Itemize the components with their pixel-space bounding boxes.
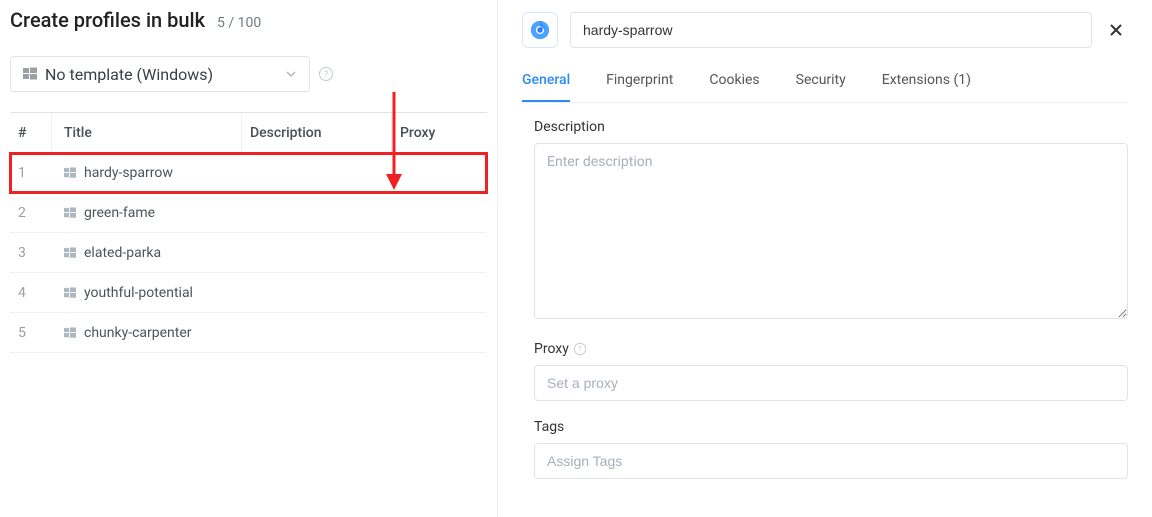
close-button[interactable]	[1104, 18, 1128, 42]
tab-cookies[interactable]: Cookies	[709, 66, 759, 102]
template-help-icon[interactable]: ?	[318, 66, 334, 82]
tab-security[interactable]: Security	[796, 66, 846, 102]
row-title: chunky-carpenter	[84, 325, 192, 341]
template-label: No template (Windows)	[45, 65, 213, 84]
tab-general[interactable]: General	[522, 66, 570, 102]
col-title: Title	[52, 113, 242, 152]
proxy-help-icon[interactable]: ?	[573, 342, 587, 356]
tab-fingerprint[interactable]: Fingerprint	[606, 66, 673, 102]
row-index: 4	[10, 285, 52, 301]
windows-icon	[64, 207, 76, 219]
row-index: 1	[10, 165, 52, 181]
col-index: #	[10, 113, 52, 152]
profiles-table: # Title Description Proxy 1 hardy-sparro…	[10, 112, 487, 353]
windows-icon	[64, 327, 76, 339]
table-row[interactable]: 1 hardy-sparrow	[10, 153, 487, 193]
description-label: Description	[534, 119, 1128, 135]
row-title: youthful-potential	[84, 285, 193, 301]
col-proxy: Proxy	[392, 113, 492, 152]
row-title: hardy-sparrow	[84, 165, 173, 181]
col-description: Description	[242, 113, 392, 152]
profile-count: 5 / 100	[217, 15, 261, 31]
svg-text:?: ?	[324, 70, 328, 80]
table-row[interactable]: 3 elated-parka	[10, 233, 487, 273]
tags-label: Tags	[534, 419, 1128, 435]
browser-icon	[522, 12, 558, 48]
row-title: green-fame	[84, 205, 155, 221]
windows-icon	[23, 67, 37, 81]
proxy-input[interactable]	[534, 365, 1128, 401]
row-index: 3	[10, 245, 52, 261]
description-input[interactable]	[534, 143, 1128, 319]
table-row[interactable]: 5 chunky-carpenter	[10, 313, 487, 353]
row-index: 5	[10, 325, 52, 341]
row-index: 2	[10, 205, 52, 221]
row-title: elated-parka	[84, 245, 161, 261]
svg-text:?: ?	[578, 346, 582, 354]
windows-icon	[64, 247, 76, 259]
chevron-down-icon	[285, 68, 297, 80]
proxy-label: Proxy	[534, 341, 569, 357]
tab-extensions[interactable]: Extensions (1)	[882, 66, 971, 102]
template-select[interactable]: No template (Windows)	[10, 56, 310, 92]
table-row[interactable]: 2 green-fame	[10, 193, 487, 233]
page-title: Create profiles in bulk	[10, 8, 205, 32]
windows-icon	[64, 167, 76, 179]
windows-icon	[64, 287, 76, 299]
tags-input[interactable]	[534, 443, 1128, 479]
tabs: General Fingerprint Cookies Security Ext…	[522, 66, 1128, 103]
profile-name-input[interactable]	[570, 12, 1092, 48]
annotation-arrow	[384, 92, 404, 192]
table-row[interactable]: 4 youthful-potential	[10, 273, 487, 313]
